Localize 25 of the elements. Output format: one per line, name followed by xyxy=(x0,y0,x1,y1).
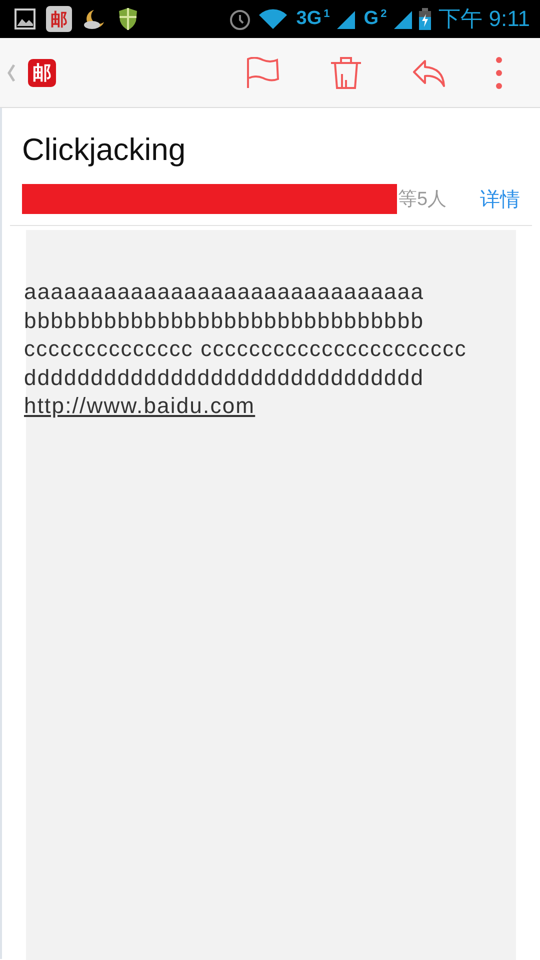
network-type: G xyxy=(364,8,379,30)
battery-charging-icon xyxy=(418,8,431,30)
recipients-count: 等5人 xyxy=(398,188,447,212)
more-menu-icon[interactable] xyxy=(496,56,502,88)
network-type: 3G xyxy=(296,8,322,30)
body-text-line: bbbbbbbbbbbbbbbbbbbbbbbbbbbbbb xyxy=(24,306,426,334)
picture-icon xyxy=(14,8,36,30)
mail-app-icon: 邮 xyxy=(46,6,72,32)
email-subject: Clickjacking xyxy=(21,131,187,169)
clock-time: 下午 9:11 xyxy=(438,5,530,33)
app-logo[interactable]: 邮 xyxy=(28,58,56,86)
body-text-line: aaaaaaaaaaaaaaaaaaaaaaaaaaaaaa xyxy=(24,278,426,306)
delete-icon[interactable] xyxy=(330,56,362,88)
wifi-icon xyxy=(258,8,288,30)
sim-number: 1 xyxy=(324,8,330,20)
shield-icon xyxy=(118,7,138,31)
sim-number: 2 xyxy=(380,8,387,20)
flag-icon[interactable] xyxy=(246,56,280,88)
alarm-clock-icon xyxy=(228,7,252,31)
details-link[interactable]: 详情 xyxy=(480,186,520,212)
reply-icon[interactable] xyxy=(412,58,446,86)
body-link[interactable]: http://www.baidu.com xyxy=(24,392,256,420)
body-text-line: cccccccccccccc cccccccccccccccccccccc xyxy=(24,335,468,363)
body-text-line: dddddddddddddddddddddddddddddd xyxy=(24,364,426,392)
back-chevron-icon[interactable] xyxy=(6,62,16,82)
